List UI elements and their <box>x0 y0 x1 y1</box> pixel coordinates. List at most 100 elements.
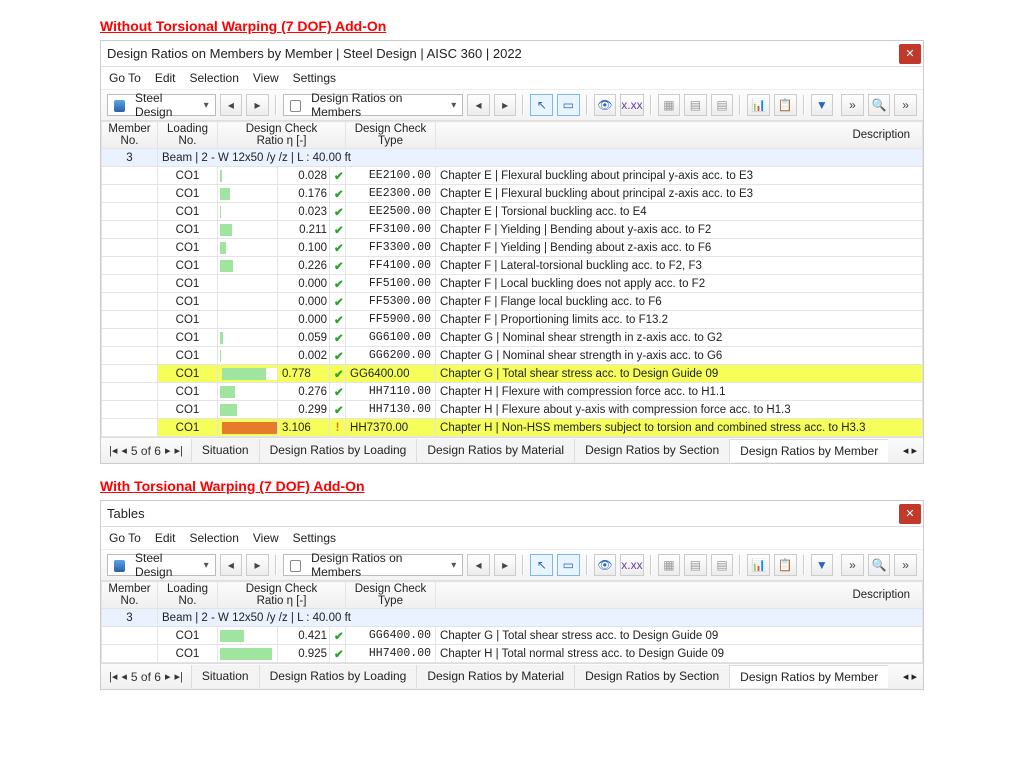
menu-item[interactable]: Selection <box>190 71 239 85</box>
menu-item[interactable]: Selection <box>190 531 239 545</box>
table-row[interactable]: CO1 0.059 ✔ GG6100.00 Chapter G | Nomina… <box>102 329 923 347</box>
eye-button[interactable]: 👁 <box>594 554 617 576</box>
chart-button[interactable]: 📊 <box>747 94 770 116</box>
subview-next-button[interactable]: ▸ <box>494 94 517 116</box>
nav-prev-icon[interactable]: ◂ <box>121 670 127 683</box>
close-button[interactable]: ✕ <box>899 504 921 524</box>
nav-prev-button[interactable]: ◂ <box>220 554 243 576</box>
col-dctype[interactable]: Design CheckType <box>346 582 436 609</box>
export-button[interactable]: 📋 <box>774 554 797 576</box>
table-row[interactable]: CO1 0.002 ✔ GG6200.00 Chapter G | Nomina… <box>102 347 923 365</box>
grid-button-2[interactable]: ▤ <box>684 94 707 116</box>
table-row[interactable]: CO1 0.778 ✔ GG6400.00 Chapter G | Total … <box>102 365 923 383</box>
footer-tab[interactable]: Design Ratios by Material <box>416 439 574 462</box>
module-dropdown[interactable]: Steel Design ▾ <box>107 94 216 116</box>
select-rect-button[interactable]: ▭ <box>557 94 580 116</box>
menu-item[interactable]: Edit <box>155 71 176 85</box>
nav-prev-button[interactable]: ◂ <box>220 94 243 116</box>
nav-next-icon[interactable]: ▸ <box>165 670 171 683</box>
group-row[interactable]: 3 Beam | 2 - W 12x50 /y /z | L : 40.00 f… <box>102 149 923 167</box>
col-ratio[interactable]: Design CheckRatio η [-] <box>218 122 346 149</box>
more-button[interactable]: » <box>841 554 864 576</box>
col-loading-no[interactable]: LoadingNo. <box>158 122 218 149</box>
zoom-button[interactable]: 🔍 <box>868 554 891 576</box>
subview-prev-button[interactable]: ◂ <box>467 554 490 576</box>
chart-button[interactable]: 📊 <box>747 554 770 576</box>
table-row[interactable]: CO1 0.028 ✔ EE2100.00 Chapter E | Flexur… <box>102 167 923 185</box>
group-row[interactable]: 3 Beam | 2 - W 12x50 /y /z | L : 40.00 f… <box>102 609 923 627</box>
table-row[interactable]: CO1 3.106 ! HH7370.00 Chapter H | Non-HS… <box>102 419 923 437</box>
more-button[interactable]: » <box>841 94 864 116</box>
table-row[interactable]: CO1 0.000 ✔ FF5100.00 Chapter F | Local … <box>102 275 923 293</box>
select-arrow-button[interactable]: ↖ <box>530 94 553 116</box>
eye-button[interactable]: 👁 <box>594 94 617 116</box>
col-loading-no[interactable]: LoadingNo. <box>158 582 218 609</box>
footer-tab[interactable]: Design Ratios by Member <box>729 665 888 688</box>
grid-button-1[interactable]: ▦ <box>658 554 681 576</box>
table-row[interactable]: CO1 0.176 ✔ EE2300.00 Chapter E | Flexur… <box>102 185 923 203</box>
subview-dropdown[interactable]: Design Ratios on Members ▾ <box>283 94 463 116</box>
dimension-button[interactable]: x.xx <box>620 94 643 116</box>
col-member-no[interactable]: MemberNo. <box>102 582 158 609</box>
footer-tab[interactable]: Design Ratios by Loading <box>259 665 417 688</box>
nav-last-icon[interactable]: ▸| <box>174 670 182 683</box>
grid-button-3[interactable]: ▤ <box>711 94 734 116</box>
menu-item[interactable]: Settings <box>293 71 336 85</box>
col-member-no[interactable]: MemberNo. <box>102 122 158 149</box>
table-row[interactable]: CO1 0.226 ✔ FF4100.00 Chapter F | Latera… <box>102 257 923 275</box>
grid-button-2[interactable]: ▤ <box>684 554 707 576</box>
menu-item[interactable]: View <box>253 531 279 545</box>
module-dropdown[interactable]: Steel Design ▾ <box>107 554 216 576</box>
nav-last-icon[interactable]: ▸| <box>174 444 182 457</box>
footer-tab[interactable]: Situation <box>191 439 259 462</box>
col-dctype[interactable]: Design CheckType <box>346 122 436 149</box>
subview-next-button[interactable]: ▸ <box>494 554 517 576</box>
nav-first-icon[interactable]: |◂ <box>109 444 117 457</box>
footer-tab[interactable]: Situation <box>191 665 259 688</box>
table-row[interactable]: CO1 0.276 ✔ HH7110.00 Chapter H | Flexur… <box>102 383 923 401</box>
footer-tab[interactable]: Design Ratios by Section <box>574 439 729 462</box>
record-nav[interactable]: |◂ ◂ 5 of 6 ▸ ▸| <box>101 444 191 458</box>
menu-item[interactable]: Settings <box>293 531 336 545</box>
zoom-button[interactable]: 🔍 <box>868 94 891 116</box>
col-desc[interactable]: Description <box>436 582 923 609</box>
select-rect-button[interactable]: ▭ <box>557 554 580 576</box>
table-row[interactable]: CO1 0.925 ✔ HH7400.00 Chapter H | Total … <box>102 645 923 663</box>
subview-prev-button[interactable]: ◂ <box>467 94 490 116</box>
filter-button[interactable]: ▼ <box>811 94 834 116</box>
export-button[interactable]: 📋 <box>774 94 797 116</box>
table-row[interactable]: CO1 0.000 ✔ FF5900.00 Chapter F | Propor… <box>102 311 923 329</box>
table-row[interactable]: CO1 0.000 ✔ FF5300.00 Chapter F | Flange… <box>102 293 923 311</box>
select-arrow-button[interactable]: ↖ <box>530 554 553 576</box>
col-ratio[interactable]: Design CheckRatio η [-] <box>218 582 346 609</box>
menu-item[interactable]: View <box>253 71 279 85</box>
table-row[interactable]: CO1 0.100 ✔ FF3300.00 Chapter F | Yieldi… <box>102 239 923 257</box>
table-row[interactable]: CO1 0.421 ✔ GG6400.00 Chapter G | Total … <box>102 627 923 645</box>
footer-tab[interactable]: Design Ratios by Section <box>574 665 729 688</box>
menu-item[interactable]: Edit <box>155 531 176 545</box>
grid-button-1[interactable]: ▦ <box>658 94 681 116</box>
tab-scroll[interactable]: ◂ ▸ <box>897 444 923 457</box>
filter-button[interactable]: ▼ <box>811 554 834 576</box>
menu-item[interactable]: Go To <box>109 531 141 545</box>
nav-first-icon[interactable]: |◂ <box>109 670 117 683</box>
table-row[interactable]: CO1 0.299 ✔ HH7130.00 Chapter H | Flexur… <box>102 401 923 419</box>
record-nav[interactable]: |◂ ◂ 5 of 6 ▸ ▸| <box>101 670 191 684</box>
menu-item[interactable]: Go To <box>109 71 141 85</box>
nav-prev-icon[interactable]: ◂ <box>121 444 127 457</box>
table-row[interactable]: CO1 0.023 ✔ EE2500.00 Chapter E | Torsio… <box>102 203 923 221</box>
dimension-button[interactable]: x.xx <box>620 554 643 576</box>
more2-button[interactable]: » <box>894 554 917 576</box>
more2-button[interactable]: » <box>894 94 917 116</box>
nav-next-button[interactable]: ▸ <box>246 94 269 116</box>
close-button[interactable]: ✕ <box>899 44 921 64</box>
nav-next-icon[interactable]: ▸ <box>165 444 171 457</box>
nav-next-button[interactable]: ▸ <box>246 554 269 576</box>
footer-tab[interactable]: Design Ratios by Member <box>729 439 888 462</box>
table-row[interactable]: CO1 0.211 ✔ FF3100.00 Chapter F | Yieldi… <box>102 221 923 239</box>
results-table[interactable]: MemberNo. LoadingNo. Design CheckRatio η… <box>101 581 923 663</box>
grid-button-3[interactable]: ▤ <box>711 554 734 576</box>
footer-tab[interactable]: Design Ratios by Material <box>416 665 574 688</box>
subview-dropdown[interactable]: Design Ratios on Members ▾ <box>283 554 463 576</box>
footer-tab[interactable]: Design Ratios by Loading <box>259 439 417 462</box>
